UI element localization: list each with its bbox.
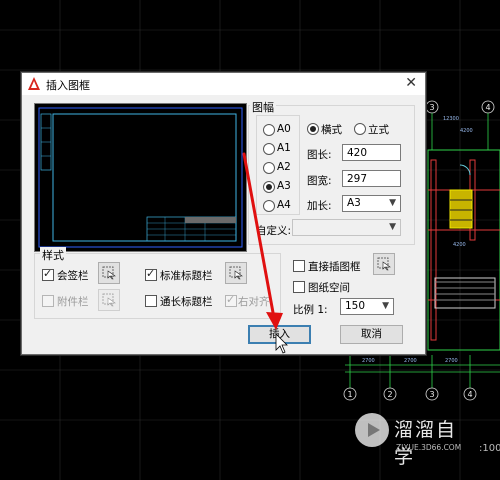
watermark-logo-icon	[355, 413, 389, 447]
watermark-url: ZIXUE.3D66.COM	[396, 443, 462, 452]
watermark-name: 溜溜自学	[394, 419, 458, 468]
red-arrow-head	[266, 312, 283, 330]
mouse-pointer-icon	[275, 333, 288, 354]
zoom-readout: :100	[479, 443, 500, 454]
watermark: 溜溜自学 ZIXUE.3D66.COM	[350, 408, 474, 468]
red-arrow	[242, 152, 276, 320]
